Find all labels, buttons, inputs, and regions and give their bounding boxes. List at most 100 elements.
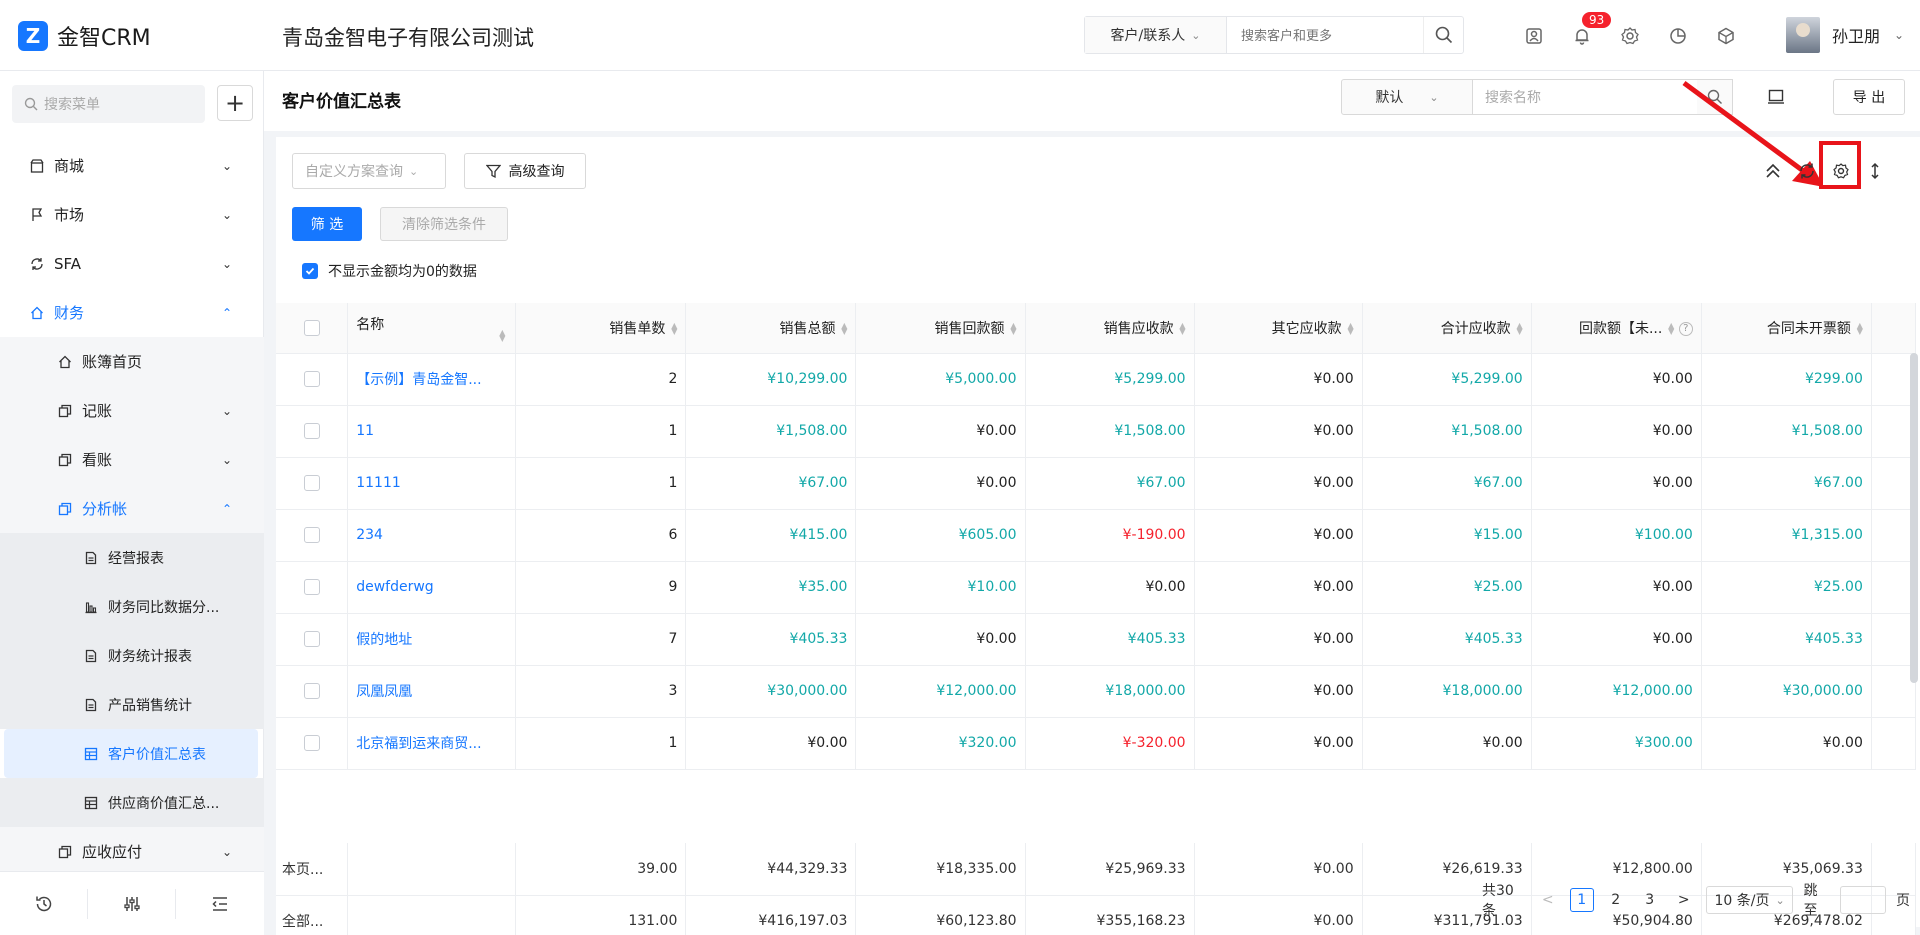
chevron-down-icon: ⌄ xyxy=(1894,28,1905,42)
collapse-menu-icon[interactable] xyxy=(176,889,264,919)
pagination: 共30条 < 1 2 3 > 10 条/页 ⌄ 跳至 页 xyxy=(1482,880,1920,920)
row-checkbox[interactable] xyxy=(276,353,349,406)
next-page-button[interactable]: > xyxy=(1672,888,1696,912)
row-checkbox[interactable] xyxy=(276,561,349,614)
column-header[interactable]: 合计应收款 ▲ ▼ xyxy=(1362,303,1532,354)
sidebar-item-view-accounts[interactable]: 看账 ⌄ xyxy=(0,435,264,484)
sidebar-item-yoy-analysis[interactable]: 财务同比数据分... xyxy=(0,582,264,631)
filter-button[interactable]: 筛 选 xyxy=(292,207,362,241)
column-header[interactable]: 合同未开票额 ▲ ▼ xyxy=(1701,303,1872,354)
sort-icon: ▲ ▼ xyxy=(1179,320,1186,336)
name-search-placeholder: 搜索名称 xyxy=(1485,90,1541,106)
export-button[interactable]: 导 出 xyxy=(1833,79,1905,115)
row-checkbox[interactable] xyxy=(276,457,349,510)
user-menu[interactable]: 孙卫朋 ⌄ xyxy=(1786,17,1904,53)
sliders-icon[interactable] xyxy=(88,888,176,919)
sidebar-item-finance[interactable]: 财务 ⌃ xyxy=(0,288,264,337)
row-checkbox[interactable] xyxy=(276,613,349,666)
advanced-query-button[interactable]: 高级查询 xyxy=(464,153,586,189)
app-name: 金智CRM xyxy=(57,26,151,51)
jump-page-input[interactable] xyxy=(1840,886,1886,914)
main-area: 客户价值汇总表 默认 ⌄ 搜索名称 导 出 自定义方案查询 ⌄ 高级查询 筛 选… xyxy=(264,71,1920,935)
view-select[interactable]: 默认 ⌄ xyxy=(1341,79,1473,115)
table-cell: ¥12,000.00 xyxy=(855,665,1026,718)
column-header[interactable]: 其它应收款 ▲ ▼ xyxy=(1194,303,1363,354)
search-icon[interactable] xyxy=(1423,17,1463,53)
table-cell: ¥1,508.00 xyxy=(685,405,857,458)
table-cell: 6 xyxy=(515,509,687,562)
bell-icon[interactable]: 93 xyxy=(1558,12,1612,50)
column-header[interactable]: 回款额【未... ▲ ▼ ? xyxy=(1531,303,1702,354)
row-checkbox[interactable] xyxy=(276,509,349,562)
column-header[interactable]: 销售回款额 ▲ ▼ xyxy=(855,303,1026,354)
hide-zero-checkbox[interactable]: 不显示金额均为0的数据 xyxy=(302,261,477,281)
global-search-input[interactable] xyxy=(1227,17,1423,53)
checkbox-icon xyxy=(303,683,320,699)
clear-filter-button[interactable]: 清除筛选条件 xyxy=(380,207,508,241)
sidebar-item-analysis[interactable]: 分析帐 ⌃ xyxy=(0,484,264,533)
customer-name-link[interactable]: 北京福到运来商贸... xyxy=(347,717,517,770)
page-size-select[interactable]: 10 条/页 ⌄ xyxy=(1705,886,1794,914)
sidebar-item-bookkeeping[interactable]: 记账 ⌄ xyxy=(0,386,264,435)
contacts-icon[interactable] xyxy=(1510,22,1558,50)
table-cell: ¥-320.00 xyxy=(1025,717,1195,770)
home-icon xyxy=(58,355,72,369)
add-button[interactable]: + xyxy=(217,85,253,121)
sidebar-item-finance-stats[interactable]: 财务统计报表 xyxy=(0,631,264,680)
table-row[interactable]: dewfderwg 9 ¥35.00 ¥10.00 ¥0.00 ¥0.00 ¥25.00 ¥0… xyxy=(276,561,1917,614)
sidebar-item-sfa[interactable]: SFA ⌄ xyxy=(0,239,264,288)
vertical-scrollbar[interactable] xyxy=(1910,353,1918,683)
customer-name-link[interactable]: 【示例】青岛金智... xyxy=(347,353,517,406)
table-row[interactable]: 234 6 ¥415.00 ¥605.00 ¥-190.00 ¥0.00 ¥15.00 ¥10… xyxy=(276,509,1917,562)
sidebar-item-ledger-home[interactable]: 账簿首页 xyxy=(0,337,264,386)
sidebar-item-supplier-value[interactable]: 供应商价值汇总... xyxy=(0,778,264,827)
gear-icon[interactable] xyxy=(1606,22,1654,50)
prev-page-button[interactable]: < xyxy=(1536,888,1560,912)
summary-cell: 131.00 xyxy=(515,895,687,935)
customer-name-link[interactable]: dewfderwg xyxy=(347,561,517,614)
app-logo[interactable]: Z 金智CRM xyxy=(18,20,151,52)
column-header[interactable]: 销售总额 ▲ ▼ xyxy=(685,303,857,354)
row-height-icon[interactable] xyxy=(1858,159,1892,183)
pie-chart-icon[interactable] xyxy=(1654,22,1702,50)
custom-scheme-select[interactable]: 自定义方案查询 ⌄ xyxy=(292,153,446,189)
page-1-button[interactable]: 1 xyxy=(1569,888,1594,912)
select-all-checkbox[interactable] xyxy=(276,303,349,354)
table-row[interactable]: 11111 1 ¥67.00 ¥0.00 ¥67.00 ¥0.00 ¥67.00 ¥0.00 ¥… xyxy=(276,457,1917,510)
row-checkbox[interactable] xyxy=(276,717,349,770)
sidebar-item-operating-report[interactable]: 经营报表 xyxy=(0,533,264,582)
table-row[interactable]: 【示例】青岛金智... 2 ¥10,299.00 ¥5,000.00 ¥5,299.00… xyxy=(276,353,1917,406)
help-icon[interactable]: ? xyxy=(1678,321,1693,336)
customer-name-link[interactable]: 11111 xyxy=(347,457,517,510)
customer-name-link[interactable]: 凤凰凤凰 xyxy=(347,665,517,718)
company-name[interactable]: 青岛金智电子有限公司测试 xyxy=(282,22,534,52)
name-search-input[interactable]: 搜索名称 xyxy=(1472,79,1698,115)
customer-name-link[interactable]: 假的地址 xyxy=(347,613,517,666)
column-header-label: 销售总额 xyxy=(779,320,836,337)
table-row[interactable]: 11 1 ¥1,508.00 ¥0.00 ¥1,508.00 ¥0.00 ¥1,508.00… xyxy=(276,405,1917,458)
sidebar-item-product-sales[interactable]: 产品销售统计 xyxy=(0,680,264,729)
row-checkbox[interactable] xyxy=(276,405,349,458)
row-checkbox[interactable] xyxy=(276,665,349,718)
collapse-up-icon[interactable] xyxy=(1756,159,1790,183)
menu-search-input[interactable]: 搜索菜单 xyxy=(12,85,205,123)
table-row[interactable]: 凤凰凤凰 3 ¥30,000.00 ¥12,000.00 ¥18,000.00 ¥0.00… xyxy=(276,665,1917,718)
customer-name-link[interactable]: 234 xyxy=(347,509,517,562)
sidebar-item-label: 经营报表 xyxy=(108,550,164,567)
sidebar-item-market[interactable]: 市场 ⌄ xyxy=(0,190,264,239)
page-2-button[interactable]: 2 xyxy=(1604,888,1628,912)
history-icon[interactable] xyxy=(0,888,88,919)
customer-name-link[interactable]: 11 xyxy=(347,405,517,458)
table-row[interactable]: 假的地址 7 ¥405.33 ¥0.00 ¥405.33 ¥0.00 ¥405.33 ¥0.0… xyxy=(276,613,1917,666)
sidebar-item-customer-value[interactable]: 客户价值汇总表 xyxy=(4,729,258,778)
cube-icon[interactable] xyxy=(1702,22,1750,50)
search-scope-select[interactable]: 客户/联系人 ⌄ xyxy=(1085,17,1227,53)
sidebar-item-receivables-payables[interactable]: 应收应付 ⌄ xyxy=(0,827,264,876)
sidebar-item-shop[interactable]: 商城 ⌄ xyxy=(0,141,264,190)
table-cell: ¥5,299.00 xyxy=(1362,353,1532,406)
column-header[interactable]: 销售应收款 ▲ ▼ xyxy=(1025,303,1195,354)
column-header[interactable]: 销售单数 ▲ ▼ xyxy=(515,303,687,354)
page-3-button[interactable]: 3 xyxy=(1638,888,1662,912)
table-row[interactable]: 北京福到运来商贸... 1 ¥0.00 ¥320.00 ¥-320.00 ¥0.00 ¥0.… xyxy=(276,717,1917,770)
column-header[interactable]: 名称 ▲ ▼ xyxy=(347,303,517,354)
